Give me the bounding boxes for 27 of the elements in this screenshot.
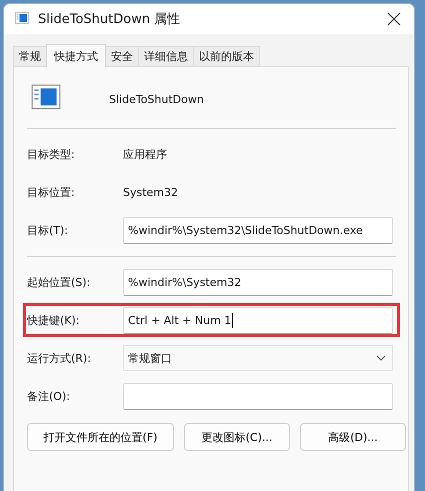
dropdown[interactable]: 常规窗口 bbox=[123, 345, 393, 371]
field-label: 起始位置(S): bbox=[27, 274, 92, 290]
dialog-button[interactable]: 高级(D)... bbox=[300, 423, 406, 451]
close-icon bbox=[387, 12, 401, 26]
field-label: 目标(T): bbox=[27, 222, 70, 238]
app-window-icon bbox=[14, 11, 30, 27]
input-field[interactable] bbox=[123, 382, 393, 410]
dialog-button[interactable]: 更改图标(C)... bbox=[184, 423, 290, 451]
tab[interactable]: 常规 bbox=[13, 46, 47, 66]
field-value: 应用程序 bbox=[123, 146, 168, 162]
field-label: 目标位置: bbox=[27, 184, 76, 200]
chevron-down-icon bbox=[376, 355, 386, 361]
field-label: 运行方式(R): bbox=[27, 350, 92, 366]
tab[interactable]: 以前的版本 bbox=[193, 46, 260, 66]
tab[interactable]: 安全 bbox=[105, 46, 139, 66]
tab[interactable]: 详细信息 bbox=[138, 46, 194, 66]
field-value: System32 bbox=[123, 186, 180, 198]
dialog-button[interactable]: 打开文件所在的位置(F) bbox=[27, 423, 174, 451]
window-title: SlideToShutDown 属性 bbox=[38, 11, 182, 28]
shortcut-name: SlideToShutDown bbox=[109, 92, 204, 106]
tab[interactable]: 快捷方式 bbox=[46, 44, 106, 67]
field-label: 备注(O): bbox=[27, 388, 71, 404]
field-label: 目标类型: bbox=[27, 146, 76, 162]
input-field[interactable]: %windir%\System32\SlideToShutDown.exe bbox=[123, 216, 393, 244]
input-field[interactable]: %windir%\System32 bbox=[123, 268, 393, 296]
input-field[interactable]: Ctrl + Alt + Num 1 bbox=[123, 306, 393, 334]
field-label: 快捷键(K): bbox=[27, 312, 81, 328]
